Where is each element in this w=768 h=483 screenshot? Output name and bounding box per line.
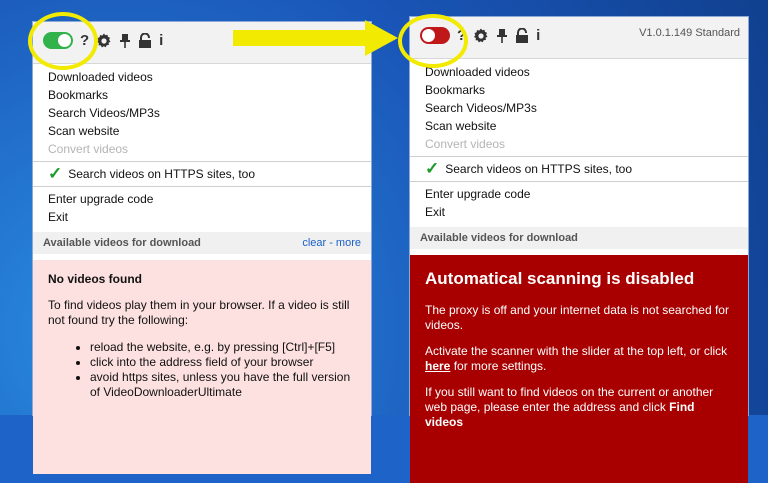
menu-item-scan-website[interactable]: Scan website xyxy=(410,117,748,135)
disabled-text-3: If you still want to find videos on the … xyxy=(425,385,733,430)
available-videos-header: Available videos for download xyxy=(410,227,748,249)
menu-item-bookmarks[interactable]: Bookmarks xyxy=(33,86,371,104)
divider xyxy=(410,181,748,182)
menu-item-upgrade-code[interactable]: Enter upgrade code xyxy=(410,185,748,203)
divider xyxy=(410,156,748,157)
text-fragment: Activate the scanner with the slider at … xyxy=(425,344,728,358)
divider xyxy=(33,161,371,162)
menu-item-downloaded-videos[interactable]: Downloaded videos xyxy=(410,63,748,81)
popup-panel-scanner-on: ? i Downloaded videos Bookmarks Search V… xyxy=(33,22,371,474)
gear-icon[interactable] xyxy=(96,33,112,49)
menu-item-upgrade-code[interactable]: Enter upgrade code xyxy=(33,190,371,208)
https-label: Search videos on HTTPS sites, too xyxy=(445,162,632,176)
menu-item-convert-videos: Convert videos xyxy=(425,137,506,151)
arrow-icon xyxy=(233,20,398,56)
info-icon[interactable]: i xyxy=(536,27,540,44)
disabled-text-1: The proxy is off and your internet data … xyxy=(425,303,729,332)
highlight-circle-right xyxy=(398,14,468,68)
no-videos-box: No videos found To find videos play them… xyxy=(33,260,371,474)
text-fragment: for more settings. xyxy=(450,359,547,373)
menu-item-search[interactable]: Search Videos/MP3s xyxy=(33,104,371,122)
popup-panel-scanner-off: ? i V1.0.1.149 Standard Downloaded video… xyxy=(410,17,748,483)
menu-item-scan-website[interactable]: Scan website xyxy=(33,122,371,140)
menu-item-downloaded-videos[interactable]: Downloaded videos xyxy=(33,68,371,86)
menu-item-exit[interactable]: Exit xyxy=(33,208,371,226)
lock-icon[interactable] xyxy=(138,32,152,49)
disabled-text-2: Activate the scanner with the slider at … xyxy=(425,344,733,374)
list-item: avoid https sites, unless you have the f… xyxy=(90,370,356,400)
disabled-title: Automatical scanning is disabled xyxy=(425,269,695,288)
menu: Downloaded videos Bookmarks Search Video… xyxy=(410,59,748,223)
pin-icon[interactable] xyxy=(119,33,131,49)
list-item: click into the address field of your bro… xyxy=(90,355,356,370)
divider xyxy=(33,186,371,187)
settings-link[interactable]: here xyxy=(425,359,450,373)
gear-icon[interactable] xyxy=(473,28,489,44)
no-videos-title: No videos found xyxy=(48,272,142,286)
lock-icon[interactable] xyxy=(515,27,529,44)
menu-item-bookmarks[interactable]: Bookmarks xyxy=(410,81,748,99)
list-item: reload the website, e.g. by pressing [Ct… xyxy=(90,340,356,355)
pin-icon[interactable] xyxy=(496,28,508,44)
highlight-circle-left xyxy=(28,12,98,70)
checkmark-icon: ✓ xyxy=(48,164,63,183)
no-videos-intro: To find videos play them in your browser… xyxy=(48,298,350,327)
menu-item-search[interactable]: Search Videos/MP3s xyxy=(410,99,748,117)
menu-item-https[interactable]: ✓ Search videos on HTTPS sites, too xyxy=(410,160,748,178)
menu-item-convert-videos: Convert videos xyxy=(48,142,129,156)
https-label: Search videos on HTTPS sites, too xyxy=(68,167,255,181)
checkmark-icon: ✓ xyxy=(425,159,440,178)
available-label: Available videos for download xyxy=(420,232,578,244)
scanning-disabled-box: Automatical scanning is disabled The pro… xyxy=(410,255,748,483)
available-videos-header: Available videos for download clear - mo… xyxy=(33,232,371,254)
version-label: V1.0.1.149 Standard xyxy=(639,27,740,39)
clear-more-links[interactable]: clear - more xyxy=(302,237,361,249)
menu-item-https[interactable]: ✓ Search videos on HTTPS sites, too xyxy=(33,165,371,183)
available-label: Available videos for download xyxy=(43,237,201,249)
tips-list: reload the website, e.g. by pressing [Ct… xyxy=(48,340,356,400)
menu-item-exit[interactable]: Exit xyxy=(410,203,748,221)
menu: Downloaded videos Bookmarks Search Video… xyxy=(33,64,371,228)
info-icon[interactable]: i xyxy=(159,32,163,49)
